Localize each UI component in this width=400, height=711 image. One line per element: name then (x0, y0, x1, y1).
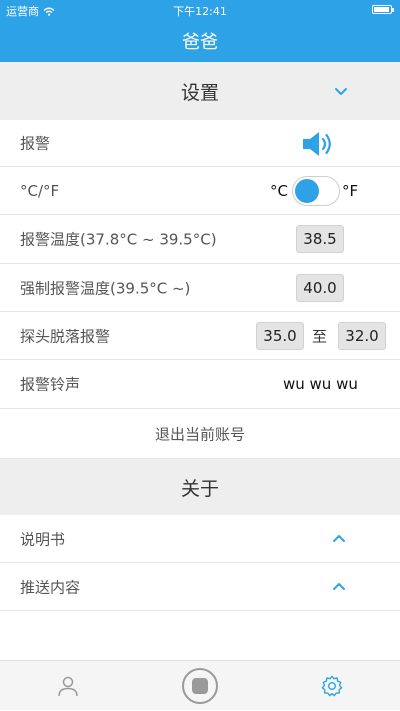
status-bar: 运营商 下午12:41 (0, 0, 400, 20)
chevron-up-icon[interactable] (332, 534, 346, 544)
ringtone-value: wu wu wu (283, 375, 358, 393)
nav-bar: 爸爸 (0, 20, 400, 62)
alarm-temp-row: 报警温度(37.8°C ~ 39.5°C) 38.5 (0, 215, 400, 264)
probe-off-to-value[interactable]: 32.0 (338, 321, 386, 350)
chevron-down-icon[interactable] (334, 86, 348, 96)
force-alarm-temp-row: 强制报警温度(39.5°C ~) 40.0 (0, 264, 400, 312)
ringtone-label: 报警铃声 (20, 375, 81, 394)
ringtone-row[interactable]: 报警铃声 wu wu wu (0, 360, 400, 409)
about-item-label: 说明书 (20, 530, 66, 548)
person-icon (58, 676, 78, 697)
force-alarm-temp-label: 强制报警温度(39.5°C ~) (20, 279, 191, 297)
alarm-temp-label: 报警温度(37.8°C ~ 39.5°C) (20, 230, 217, 249)
tab-profile[interactable] (40, 661, 96, 711)
settings-section-title: 设置 (180, 81, 219, 104)
settings-section-header[interactable]: 设置 (0, 62, 400, 120)
about-section-header: 关于 (0, 459, 400, 515)
unit-label: °C/°F (20, 181, 60, 200)
record-button-icon (182, 668, 218, 704)
unit-row: °C/°F °C °F (0, 167, 400, 215)
probe-off-range-word: 至 (312, 327, 328, 345)
alarm-row: 报警 (0, 120, 400, 167)
probe-off-row: 探头脱落报警 35.0 至 32.0 (0, 312, 400, 360)
chevron-up-icon[interactable] (332, 582, 346, 592)
unit-toggle[interactable] (292, 175, 340, 206)
about-item-label: 推送内容 (20, 578, 81, 596)
celsius-label: °C (270, 181, 288, 200)
about-item-manual[interactable]: 说明书 (0, 515, 400, 563)
battery-icon (372, 5, 394, 14)
alarm-label: 报警 (20, 134, 51, 153)
about-item-push[interactable]: 推送内容 (0, 563, 400, 611)
logout-button[interactable]: 退出当前账号 (0, 423, 400, 444)
status-time: 下午12:41 (173, 5, 227, 18)
alarm-temp-value[interactable]: 38.5 (296, 225, 344, 253)
probe-off-from-value[interactable]: 35.0 (256, 321, 304, 350)
fahrenheit-label: °F (342, 181, 359, 200)
gear-icon (321, 675, 343, 697)
bottom-tab-bar (0, 660, 400, 710)
tab-record[interactable] (172, 661, 228, 711)
about-section-title: 关于 (180, 477, 219, 500)
tab-settings[interactable] (304, 661, 360, 711)
force-alarm-temp-value[interactable]: 40.0 (296, 273, 344, 302)
battery-level (374, 7, 389, 12)
speaker-icon[interactable] (300, 128, 336, 160)
page-title: 爸爸 (182, 32, 218, 53)
probe-off-label: 探头脱落报警 (20, 327, 111, 345)
logout-row[interactable]: 退出当前账号 (0, 409, 400, 459)
unit-toggle-knob (295, 178, 319, 203)
